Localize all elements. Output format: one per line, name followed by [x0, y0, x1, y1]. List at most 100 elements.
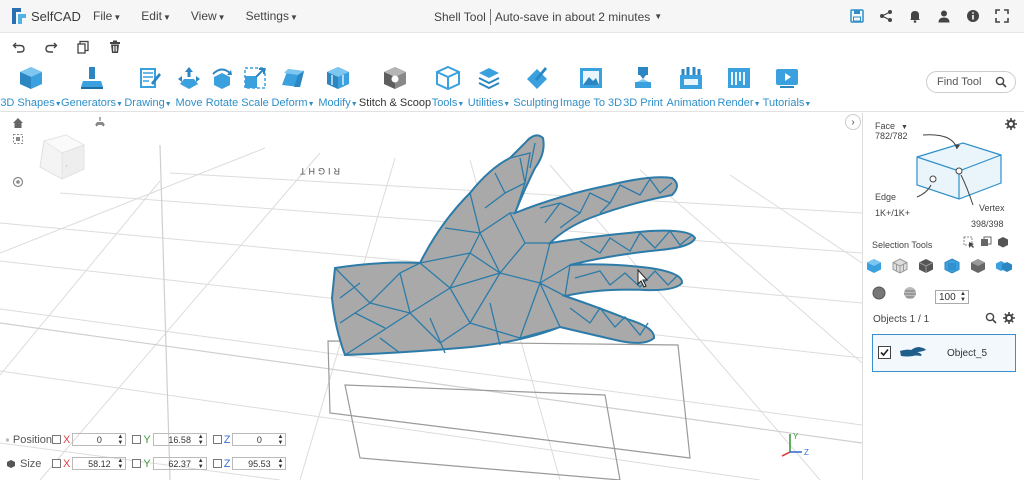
- home-view-icon[interactable]: [11, 116, 25, 130]
- position-z-lock-checkbox[interactable]: [212, 435, 222, 444]
- brush-sphere-icon[interactable]: [872, 286, 886, 303]
- select-cursor-icon[interactable]: [963, 236, 975, 248]
- gizmo-y-label: Y: [793, 432, 799, 441]
- size-x-lock-checkbox[interactable]: [52, 459, 61, 468]
- position-z-input[interactable]: 0 ▲ ▼: [232, 433, 287, 446]
- tool-sculpting[interactable]: Sculpting: [512, 60, 560, 112]
- view-label: RIGHT: [297, 166, 340, 176]
- size-z-input[interactable]: 95.53 ▲ ▼: [232, 457, 287, 470]
- menu-settings[interactable]: Settings▼: [246, 9, 298, 23]
- notifications-bell-icon[interactable]: [907, 8, 923, 24]
- select-multi-cube-icon[interactable]: [996, 258, 1012, 274]
- tool-scale[interactable]: Scale: [240, 60, 270, 112]
- axis-label-x: X: [63, 457, 71, 470]
- collapse-panel-chevron-icon[interactable]: ›: [845, 114, 861, 130]
- vertex-count: 398/398: [971, 219, 1004, 229]
- move-arrows-icon: [176, 64, 202, 92]
- size-x-input[interactable]: 58.12 ▲ ▼: [72, 457, 127, 470]
- axes-gizmo: Y Z: [781, 432, 809, 457]
- printer-nozzle-icon: [630, 64, 656, 92]
- select-solid-cube-icon[interactable]: [970, 258, 986, 274]
- document-title: Shell Tool Auto-save in about 2 minutes …: [434, 9, 662, 25]
- object-list-item[interactable]: Object_5: [872, 334, 1016, 372]
- objects-settings-gear-icon[interactable]: [1003, 312, 1015, 324]
- select-face-cube-icon[interactable]: [944, 258, 960, 274]
- object-visibility-checkbox[interactable]: [878, 346, 891, 359]
- face-mode[interactable]: Face ▼: [875, 121, 908, 131]
- autosave-status[interactable]: Auto-save in about 2 minutes: [495, 10, 650, 25]
- panel-settings-gear-icon[interactable]: [1005, 118, 1017, 130]
- undo-icon[interactable]: [10, 38, 28, 56]
- tool-modify[interactable]: Modify▼: [316, 60, 360, 112]
- orbit-camera-icon[interactable]: [11, 175, 25, 189]
- size-y-lock-checkbox[interactable]: [132, 459, 142, 468]
- menu-view[interactable]: View▼: [191, 9, 226, 23]
- select-fill-icon[interactable]: [980, 236, 992, 248]
- render-icon: [726, 64, 752, 92]
- tool-image-to-3d[interactable]: Image To 3D: [560, 60, 622, 112]
- fullscreen-icon[interactable]: [994, 8, 1010, 24]
- size-y-input[interactable]: 62.37 ▲ ▼: [152, 457, 207, 470]
- generator-stamp-icon: [79, 64, 105, 92]
- active-tool-name: Shell Tool: [434, 10, 486, 24]
- rotate-icon: [209, 64, 235, 92]
- menu-edit[interactable]: Edit▼: [141, 9, 171, 23]
- tool-utilities[interactable]: Utilities▼: [466, 60, 512, 112]
- view-navigation-cube[interactable]: ▪: [36, 131, 88, 185]
- tool-3d-print[interactable]: 3D Print: [622, 60, 664, 112]
- hand-surface[interactable]: [330, 134, 697, 357]
- size-z-lock-checkbox[interactable]: [212, 459, 222, 468]
- print-plate-outline: [327, 340, 691, 480]
- position-label-group: Position: [6, 434, 52, 446]
- fit-view-icon[interactable]: [11, 132, 25, 146]
- tool-drawing[interactable]: Drawing▼: [122, 60, 174, 112]
- hand-mesh[interactable]: [330, 134, 697, 357]
- tool-move[interactable]: Move: [174, 60, 204, 112]
- select-cube-icon[interactable]: [997, 236, 1009, 248]
- share-icon[interactable]: [878, 8, 894, 24]
- tool-generators[interactable]: Generators▼: [61, 60, 123, 112]
- autosave-caret-icon[interactable]: ▼: [654, 12, 662, 25]
- select-dark-cube-icon[interactable]: [918, 258, 934, 274]
- gizmo-z-label: Z: [804, 448, 809, 457]
- animation-icon: [678, 64, 704, 92]
- tool-3d-shapes[interactable]: 3D Shapes▼: [0, 60, 62, 112]
- brush-pattern-icon[interactable]: [903, 286, 917, 303]
- tool-stitch-scoop[interactable]: Stitch & Scoop: [359, 60, 431, 112]
- size-fields: Size X 58.12 ▲ ▼ Y 62.37 ▲ ▼ Z 95.53 ▲ ▼: [6, 457, 292, 470]
- position-x-input[interactable]: 0 ▲ ▼: [72, 433, 127, 446]
- menu-file[interactable]: File▼: [93, 9, 121, 23]
- brush-size-input[interactable]: 100 ▲ ▼: [935, 290, 969, 304]
- delete-trash-icon[interactable]: [106, 38, 124, 56]
- tool-animation[interactable]: Animation: [664, 60, 718, 112]
- face-count: 782/782: [875, 131, 908, 141]
- axis-label-x: X: [63, 433, 71, 446]
- object-thumbnail-hand-icon: [900, 347, 926, 357]
- position-x-lock-checkbox[interactable]: [52, 435, 61, 444]
- position-y-lock-checkbox[interactable]: [132, 435, 142, 444]
- scene-canvas[interactable]: RIGHT: [0, 113, 862, 480]
- deform-cube-icon: [280, 64, 306, 92]
- redo-icon[interactable]: [42, 38, 60, 56]
- app-logo[interactable]: SelfCAD: [10, 6, 85, 26]
- position-x: X 0 ▲ ▼: [52, 433, 127, 446]
- main-menu: File▼ Edit▼ View▼ Settings▼: [93, 9, 318, 23]
- select-grid-cube-icon[interactable]: [892, 258, 908, 274]
- objects-header: Objects 1 / 1: [873, 314, 930, 325]
- tool-tutorials[interactable]: Tutorials▼: [760, 60, 814, 112]
- select-object-cube-icon[interactable]: [866, 258, 882, 274]
- tool-deform[interactable]: Deform▼: [270, 60, 316, 112]
- tool-rotate[interactable]: Rotate: [204, 60, 240, 112]
- 3d-viewport[interactable]: RIGHT ▪ Position X 0 ▲ ▼ Y 16.58 ▲ ▼ Z 0…: [0, 113, 862, 480]
- info-icon[interactable]: [965, 8, 981, 24]
- user-account-icon[interactable]: [936, 8, 952, 24]
- search-icon: [995, 76, 1007, 91]
- position-y-input[interactable]: 16.58 ▲ ▼: [152, 433, 207, 446]
- camera-perspective-icon[interactable]: [93, 116, 107, 130]
- save-icon[interactable]: [849, 8, 865, 24]
- find-tool-search[interactable]: Find Tool: [926, 71, 1016, 93]
- objects-search-icon[interactable]: [985, 312, 997, 324]
- tool-tools[interactable]: Tools▼: [430, 60, 466, 112]
- copy-icon[interactable]: [74, 38, 92, 56]
- tool-render[interactable]: Render▼: [718, 60, 761, 112]
